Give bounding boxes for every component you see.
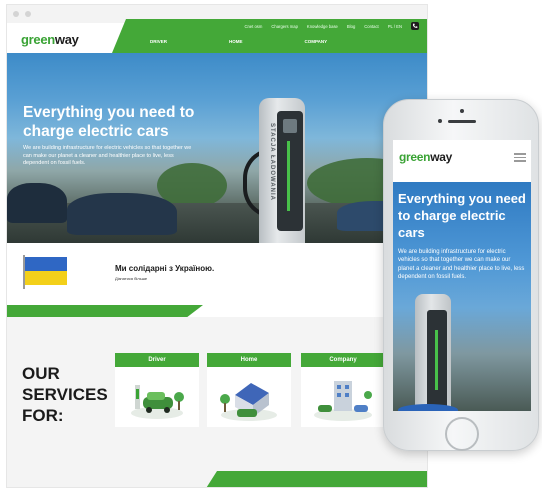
hero-title: Everything you need to charge electric c… <box>23 104 195 140</box>
window-dot <box>25 11 31 17</box>
mobile-hero-title: Everything you need to charge electric c… <box>398 191 526 240</box>
services-heading: OUR SERVICES FOR: <box>22 363 108 426</box>
nav-item-driver[interactable]: DRIVER <box>150 39 167 44</box>
phone-speaker <box>448 120 476 123</box>
ukraine-solidarity-banner: Ми солідарні з Україною. Дізнатися більш… <box>7 243 427 305</box>
mobile-screen: greenway Everything you need to charge e… <box>393 140 531 411</box>
service-card-home[interactable]: Home <box>207 353 291 427</box>
flag-yellow-band <box>25 271 67 285</box>
desktop-browser-mockup: greenway Cnet osm Chargers map Knowledge… <box>6 4 428 488</box>
window-dot <box>13 11 19 17</box>
hamburger-menu-icon[interactable] <box>514 153 526 164</box>
site-header: greenway Cnet osm Chargers map Knowledge… <box>7 19 427 53</box>
greenway-logo[interactable]: greenway <box>21 32 79 47</box>
mobile-charger-panel <box>427 310 447 410</box>
services-heading-line: OUR <box>22 364 60 383</box>
ukraine-flag-icon <box>23 255 67 289</box>
phone-sensor <box>438 119 442 123</box>
top-links: Cnet osm Chargers map Knowledge base Blo… <box>244 22 419 30</box>
parked-car <box>7 183 67 223</box>
menu-line <box>514 156 526 158</box>
phone-camera <box>460 109 464 113</box>
charging-station-panel <box>277 111 303 231</box>
service-card-title: Driver <box>115 353 199 367</box>
hero-section: STACJA ŁADOWANIA Everything you need to … <box>7 53 427 243</box>
decorative-green-strip <box>203 471 427 487</box>
phone-icon[interactable] <box>411 22 419 30</box>
mobile-car-image <box>398 404 458 411</box>
hero-description: We are building infrastructure for elect… <box>23 145 192 166</box>
flag-blue-band <box>25 257 67 271</box>
company-illustration-icon <box>314 381 372 421</box>
top-link-chargers-map[interactable]: Chargers map <box>271 24 298 29</box>
parked-car <box>67 193 177 235</box>
flag-pole <box>23 255 25 289</box>
main-navigation-bar: Cnet osm Chargers map Knowledge base Blo… <box>112 19 427 53</box>
top-link-chargers[interactable]: Cnet osm <box>244 24 262 29</box>
charger-screen <box>283 119 297 133</box>
logo-part-green: green <box>21 32 55 47</box>
charger-green-stripe <box>287 141 290 211</box>
service-card-title: Home <box>207 353 291 367</box>
services-heading-line: SERVICES <box>22 385 108 404</box>
menu-line <box>514 160 526 162</box>
menu-line <box>514 153 526 155</box>
service-card-driver[interactable]: Driver <box>115 353 199 427</box>
charger-green-stripe <box>435 330 438 390</box>
services-section: OUR SERVICES FOR: Driver Home Company <box>7 317 427 487</box>
primary-nav: DRIVER HOME COMPANY <box>150 39 327 44</box>
charger-label: STACJA ŁADOWANIA <box>269 123 275 201</box>
learn-more-link[interactable]: Дізнатися більше <box>115 276 147 281</box>
solidarity-heading: Ми солідарні з Україною. <box>115 264 215 273</box>
top-link-contact[interactable]: Contact <box>364 24 378 29</box>
logo-part-way: way <box>430 150 452 164</box>
logo-part-way: way <box>54 32 79 47</box>
home-illustration-icon <box>220 383 277 421</box>
language-switch[interactable]: PL / EN <box>388 24 402 29</box>
mobile-hero-section: Everything you need to charge electric c… <box>393 182 531 411</box>
mobile-greenway-logo[interactable]: greenway <box>399 150 452 164</box>
decorative-green-strip <box>7 305 203 317</box>
service-card-company[interactable]: Company <box>301 353 385 427</box>
nav-item-home[interactable]: HOME <box>229 39 243 44</box>
top-link-knowledge-base[interactable]: Knowledge base <box>307 24 338 29</box>
mobile-phone-mockup: greenway Everything you need to charge e… <box>383 99 539 451</box>
mobile-hero-description: We are building infrastructure for elect… <box>398 249 525 280</box>
top-link-blog[interactable]: Blog <box>347 24 355 29</box>
logo-part-green: green <box>399 150 431 164</box>
phone-home-button <box>445 417 479 451</box>
driver-illustration-icon <box>131 385 184 419</box>
nav-item-company[interactable]: COMPANY <box>305 39 328 44</box>
services-heading-line: FOR: <box>22 406 64 425</box>
service-card-title: Company <box>301 353 385 367</box>
